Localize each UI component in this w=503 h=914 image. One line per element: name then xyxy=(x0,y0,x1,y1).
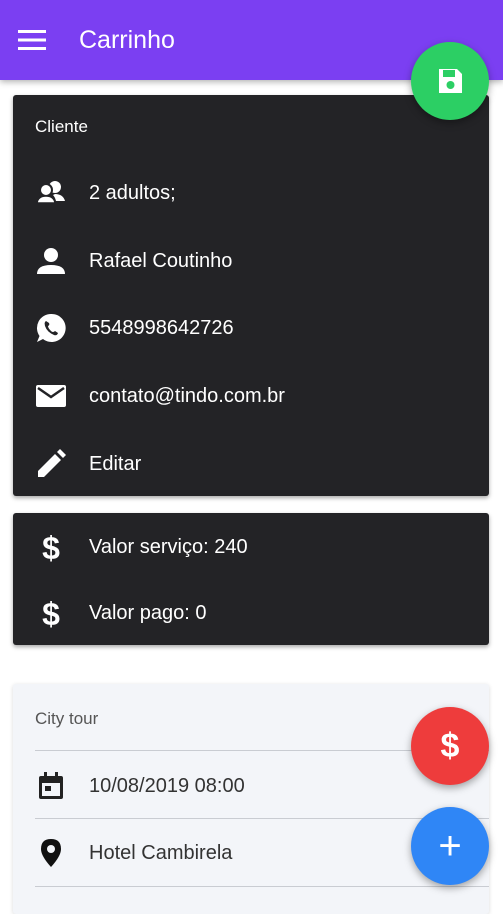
save-button[interactable] xyxy=(411,42,489,120)
client-email: contato@tindo.com.br xyxy=(89,385,285,407)
client-phone: 5548998642726 xyxy=(89,317,234,339)
whatsapp-icon xyxy=(36,313,66,342)
guests-text: 2 adultos; xyxy=(89,182,176,204)
dollar-icon: $ xyxy=(42,531,60,563)
tour-datetime: 10/08/2019 08:00 xyxy=(89,775,245,797)
plus-icon: + xyxy=(438,824,462,868)
client-name: Rafael Coutinho xyxy=(89,250,233,272)
paid-value-row: $ Valor pago: 0 xyxy=(13,587,489,637)
service-value: Valor serviço: 240 xyxy=(89,536,248,558)
page-title: Carrinho xyxy=(79,26,175,54)
person-icon xyxy=(37,248,65,274)
dollar-icon: $ xyxy=(42,597,60,629)
edit-button[interactable]: Editar xyxy=(13,438,489,488)
name-row: Rafael Coutinho xyxy=(13,235,489,285)
email-row[interactable]: contato@tindo.com.br xyxy=(13,370,489,420)
menu-icon xyxy=(18,30,46,50)
guests-row: 2 adultos; xyxy=(13,167,489,217)
svg-text:$: $ xyxy=(42,531,60,563)
paid-value: Valor pago: 0 xyxy=(89,602,207,624)
phone-row[interactable]: 5548998642726 xyxy=(13,302,489,352)
client-section-title: Cliente xyxy=(35,117,88,136)
dollar-icon: $ xyxy=(440,727,460,765)
divider xyxy=(35,886,489,887)
svg-text:$: $ xyxy=(42,597,60,629)
edit-label: Editar xyxy=(89,453,142,475)
add-button[interactable]: + xyxy=(411,807,489,885)
service-value-row: $ Valor serviço: 240 xyxy=(13,521,489,571)
location-pin-icon xyxy=(41,839,61,867)
tour-card: City tour 10/08/2019 08:00 Hotel Cambire… xyxy=(13,684,489,914)
payment-button[interactable]: $ xyxy=(411,707,489,785)
floppy-disk-icon xyxy=(439,69,462,93)
calendar-icon xyxy=(39,772,63,799)
client-card: Cliente 2 adultos; Rafael Coutinho 55489… xyxy=(13,95,489,496)
tour-location: Hotel Cambirela xyxy=(89,842,233,864)
values-card: $ Valor serviço: 240 $ Valor pago: 0 xyxy=(13,513,489,645)
pencil-icon xyxy=(38,449,66,477)
menu-button[interactable] xyxy=(18,28,48,52)
tour-section-title: City tour xyxy=(35,709,99,728)
email-icon xyxy=(36,385,66,407)
group-icon xyxy=(36,181,65,204)
